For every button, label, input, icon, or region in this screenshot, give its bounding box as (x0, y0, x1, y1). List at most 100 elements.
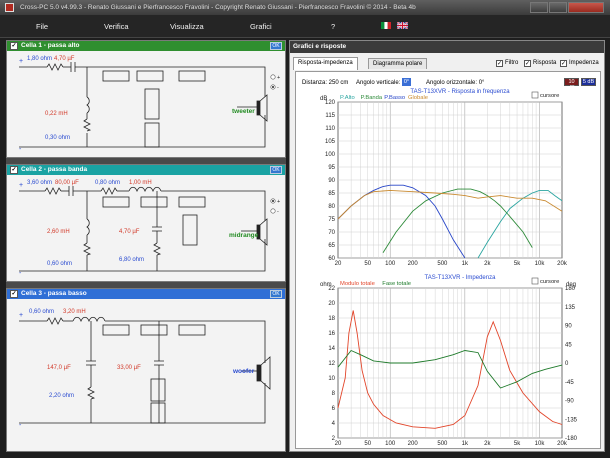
close-button[interactable] (568, 2, 604, 13)
cursore-checkbox (531, 277, 539, 285)
y-axis-label: dB (320, 96, 327, 102)
cell-1-driver[interactable]: tweeter (232, 108, 255, 115)
y-right-tick-label: -135 (565, 417, 578, 423)
checkbox-impedenza[interactable]: ✓ Impedenza (560, 60, 599, 67)
x-tick-label: 20 (335, 441, 342, 447)
menu-visualizza[interactable]: Visualizza (170, 15, 204, 38)
y-tick-label: 100 (325, 152, 336, 158)
uk-flag-icon[interactable] (397, 22, 408, 29)
cell-3-series-r[interactable]: 0,60 ohm (29, 309, 54, 315)
y-right-tick-label: 90 (565, 324, 572, 330)
x-tick-label: 200 (408, 441, 419, 447)
cursore-label: cursore (540, 93, 559, 99)
y-tick-label: 18 (328, 316, 335, 322)
x-tick-label: 10k (535, 441, 546, 447)
x-tick-label: 5k (514, 441, 521, 447)
impedance-chart: 24681012141618202220 50 100 200 500 1k 2k 5k 10k… (320, 275, 578, 447)
cell-passa-banda: ✓ Cella 2 - passa banda OK + - 3,60 ohm 8… (6, 164, 286, 282)
x-tick-label: 2k (484, 441, 491, 447)
x-tick-label: 1k (462, 441, 469, 447)
cell-1-ok-button[interactable]: OK (270, 42, 282, 50)
cell-3-driver[interactable]: woofer (232, 368, 255, 375)
cell-passa-basso: ✓ Cella 3 - passa basso OK + - 0,60 ohm 3… (6, 288, 286, 452)
cell-2-series-r2[interactable]: 0,80 ohm (95, 180, 120, 186)
cell-2-shunt-r[interactable]: 0,60 ohm (47, 261, 72, 267)
x-tick-label: 10k (535, 261, 546, 267)
checkbox-risposta[interactable]: ✓ Risposta (524, 60, 556, 67)
y-tick-label: 8 (332, 391, 336, 397)
cell-2-series-c[interactable]: 80,00 µF (55, 180, 79, 186)
tab-diagramma-polare[interactable]: Diagramma polare (368, 58, 428, 69)
cell-2-ok-button[interactable]: OK (270, 166, 282, 174)
maximize-button[interactable] (549, 2, 567, 13)
cell-3-shunt-c2[interactable]: 33,00 µF (117, 365, 141, 371)
cursore-checkbox (531, 91, 539, 99)
cell-1-checkbox[interactable]: ✓ (10, 42, 18, 50)
cell-3-shunt-c[interactable]: 147,0 µF (47, 365, 71, 371)
y-right-tick-label: 45 (565, 342, 572, 348)
x-tick-label: 20k (557, 261, 568, 267)
vertical-angle-spinner[interactable]: 0° (402, 78, 411, 86)
tab-risposta-impedenza[interactable]: Risposta-impedenza (293, 57, 358, 70)
y-tick-label: 80 (328, 204, 335, 210)
menu-verifica[interactable]: Verifica (104, 15, 129, 38)
y-tick-label: 75 (328, 217, 335, 223)
y-tick-label: 4 (332, 421, 336, 427)
y-right-axis-label: deg (566, 282, 576, 288)
10db-button[interactable]: 10 dB (564, 78, 579, 91)
cell-1-series-r[interactable]: 1,80 ohm (27, 56, 52, 62)
x-tick-label: 500 (437, 261, 448, 267)
cell-3-title: Cella 3 - passa basso (21, 290, 87, 297)
legend-entry: Modulo totale (340, 281, 375, 287)
plot-frame: Distanza: 250 cm Angolo verticale: 0° An… (295, 71, 601, 449)
cell-2-shunt-l[interactable]: 2,60 mH (47, 229, 70, 235)
cell-2-driver[interactable]: midrange (229, 232, 259, 239)
legend-entry: P.Banda (361, 95, 383, 101)
menu-grafici[interactable]: Grafici (250, 15, 272, 38)
legend-entry: P.Basso (384, 95, 405, 101)
app-icon (5, 3, 14, 12)
checkbox-filtro[interactable]: ✓ Filtro (496, 60, 518, 67)
cell-1-header: ✓ Cella 1 - passa alto OK (7, 41, 285, 51)
cell-3-header: ✓ Cella 3 - passa basso OK (7, 289, 285, 299)
cell-2-checkbox[interactable]: ✓ (10, 166, 18, 174)
cell-3-shunt-r[interactable]: 2,20 ohm (49, 393, 74, 399)
window-title: Cross-PC 5.0 v4.99.3 - Renato Giussani e… (20, 4, 416, 11)
cell-2-series-l[interactable]: 1,00 mH (129, 180, 152, 186)
cell-1-shunt-l[interactable]: 0,22 mH (45, 111, 68, 117)
x-tick-label: 5k (514, 261, 521, 267)
cell-3-checkbox[interactable]: ✓ (10, 290, 18, 298)
cell-2-title: Cella 2 - passa banda (21, 166, 88, 173)
x-tick-label: 100 (385, 261, 396, 267)
cell-1-shunt-r[interactable]: 0,30 ohm (45, 135, 70, 141)
y-tick-label: 90 (328, 178, 335, 184)
cell-1-series-c[interactable]: 4,70 µF (54, 56, 75, 62)
y-tick-label: 10 (328, 376, 335, 382)
cell-2-shunt-c[interactable]: 4,70 µF (119, 229, 140, 235)
menu-help[interactable]: ? (331, 15, 335, 38)
y-tick-label: 20 (328, 301, 335, 307)
legend-entry: Globale (408, 95, 428, 101)
y-tick-label: 14 (328, 346, 335, 352)
y-axis-label: ohm (320, 282, 332, 288)
menu-file[interactable]: File (36, 15, 48, 38)
x-tick-label: 2k (484, 261, 491, 267)
cell-2-series-r[interactable]: 3,60 ohm (27, 180, 52, 186)
minimize-button[interactable] (530, 2, 548, 13)
vertical-angle-label: Angolo verticale: (356, 80, 401, 86)
y-tick-label: 65 (328, 243, 335, 249)
x-tick-label: 50 (364, 441, 371, 447)
x-tick-label: 100 (385, 441, 396, 447)
y-tick-label: 115 (325, 113, 335, 119)
italian-flag-icon[interactable] (381, 22, 391, 29)
cursore-label: cursore (540, 279, 559, 285)
y-tick-label: 95 (328, 165, 335, 171)
cell-2-shunt-r2[interactable]: 6,80 ohm (119, 257, 144, 263)
5db-button[interactable]: 5 dB (581, 78, 596, 86)
cell-1-polarity-plus[interactable] (270, 74, 276, 80)
svg-text:-: - (277, 85, 279, 91)
y-right-tick-label: 0 (565, 361, 569, 367)
cell-3-series-l[interactable]: 3,20 mH (63, 309, 86, 315)
cell-3-ok-button[interactable]: OK (270, 290, 282, 298)
svg-text:+: + (277, 199, 280, 205)
